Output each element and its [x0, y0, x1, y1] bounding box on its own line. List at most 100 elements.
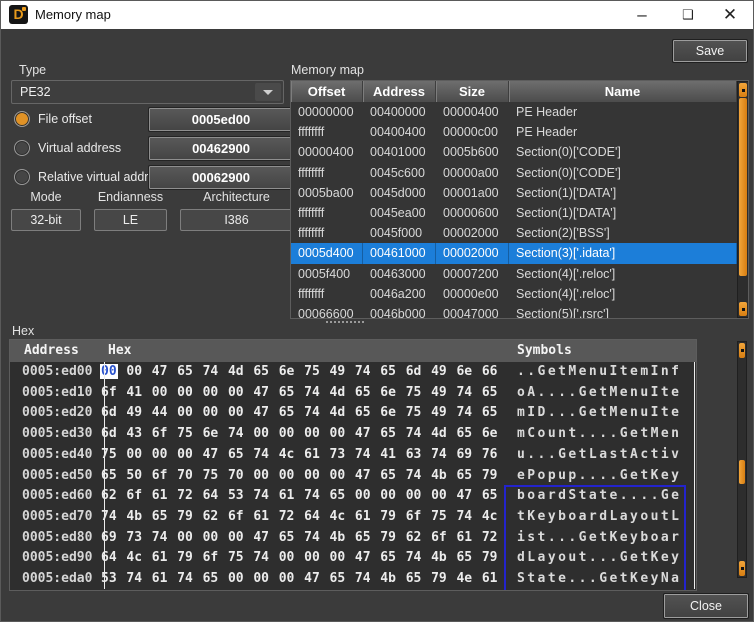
- hex-byte[interactable]: 47: [303, 569, 328, 590]
- column-header-address[interactable]: Address: [363, 81, 436, 102]
- hex-byte[interactable]: 74: [125, 569, 150, 590]
- hex-byte[interactable]: 72: [176, 486, 201, 507]
- hex-byte[interactable]: 4d: [430, 424, 455, 445]
- hex-byte[interactable]: 00: [278, 548, 303, 569]
- hex-byte[interactable]: 41: [379, 445, 404, 466]
- hex-byte[interactable]: 74: [227, 424, 252, 445]
- hex-byte[interactable]: 6f: [202, 548, 227, 569]
- hex-byte[interactable]: 47: [252, 383, 277, 404]
- hex-byte[interactable]: 75: [430, 507, 455, 528]
- hex-byte[interactable]: 47: [354, 548, 379, 569]
- hex-byte[interactable]: 74: [354, 445, 379, 466]
- mode-button[interactable]: 32-bit: [11, 209, 81, 231]
- hex-byte[interactable]: 72: [278, 507, 303, 528]
- hex-byte[interactable]: 65: [455, 466, 480, 487]
- hex-byte[interactable]: 47: [354, 466, 379, 487]
- hex-byte[interactable]: 6f: [151, 424, 176, 445]
- hex-byte[interactable]: 74: [303, 528, 328, 549]
- hex-byte[interactable]: 65: [405, 569, 430, 590]
- table-row[interactable]: 0005ba000045d00000001a00Section(1)['DATA…: [291, 183, 737, 203]
- hex-byte[interactable]: 00: [430, 486, 455, 507]
- hex-row[interactable]: 0005:ed206d49440000004765744d656e7549746…: [10, 403, 696, 424]
- table-row[interactable]: ffffffff0040040000000c00PE Header: [291, 122, 737, 142]
- hex-byte[interactable]: 4d: [329, 403, 354, 424]
- scroll-down-icon[interactable]: [739, 302, 747, 316]
- hex-byte[interactable]: 4d: [227, 362, 252, 383]
- hex-byte[interactable]: 65: [481, 403, 506, 424]
- hex-byte[interactable]: 63: [405, 445, 430, 466]
- hex-byte[interactable]: 74: [252, 486, 277, 507]
- hex-byte[interactable]: 4b: [329, 528, 354, 549]
- address-value-button[interactable]: 00462900: [149, 137, 293, 160]
- hex-byte[interactable]: 61: [151, 548, 176, 569]
- column-header-size[interactable]: Size: [436, 81, 509, 102]
- hex-byte[interactable]: 49: [430, 403, 455, 424]
- memory-map-scrollbar[interactable]: [737, 81, 749, 318]
- hex-byte[interactable]: 61: [354, 507, 379, 528]
- column-header-name[interactable]: Name: [509, 81, 737, 102]
- hex-byte[interactable]: 74: [303, 486, 328, 507]
- hex-byte[interactable]: 79: [379, 528, 404, 549]
- hex-byte[interactable]: 65: [278, 403, 303, 424]
- hex-byte[interactable]: 4b: [125, 507, 150, 528]
- hex-byte[interactable]: 00: [329, 466, 354, 487]
- hex-byte[interactable]: 4c: [481, 507, 506, 528]
- splitter-handle[interactable]: [326, 321, 364, 323]
- hex-byte[interactable]: 79: [379, 507, 404, 528]
- close-button[interactable]: Close: [664, 594, 748, 618]
- hex-byte[interactable]: 00: [329, 548, 354, 569]
- hex-byte[interactable]: 47: [252, 403, 277, 424]
- hex-byte[interactable]: 65: [151, 507, 176, 528]
- hex-byte[interactable]: 69: [455, 445, 480, 466]
- hex-byte[interactable]: 61: [252, 507, 277, 528]
- hex-byte[interactable]: 76: [481, 445, 506, 466]
- hex-byte[interactable]: 4c: [278, 445, 303, 466]
- hex-byte[interactable]: 75: [202, 466, 227, 487]
- hex-byte[interactable]: 65: [481, 383, 506, 404]
- hex-byte[interactable]: 49: [430, 383, 455, 404]
- hex-byte[interactable]: 00: [151, 383, 176, 404]
- hex-byte[interactable]: 74: [405, 424, 430, 445]
- hex-byte[interactable]: 6e: [379, 403, 404, 424]
- hex-byte[interactable]: 74: [405, 548, 430, 569]
- hex-byte[interactable]: 65: [379, 466, 404, 487]
- hex-byte[interactable]: 49: [430, 362, 455, 383]
- address-value-button[interactable]: 0005ed00: [149, 108, 293, 131]
- hex-byte[interactable]: 79: [481, 548, 506, 569]
- scroll-up-icon[interactable]: [739, 83, 747, 97]
- hex-byte[interactable]: 47: [151, 362, 176, 383]
- table-row[interactable]: 0005f4000046300000007200Section(4)['.rel…: [291, 264, 737, 284]
- hex-byte[interactable]: 00: [176, 528, 201, 549]
- hex-byte[interactable]: 47: [202, 445, 227, 466]
- hex-row[interactable]: 0005:ed306d436f756e74000000004765744d656…: [10, 424, 696, 445]
- hex-byte[interactable]: 00: [278, 569, 303, 590]
- hex-byte[interactable]: 4d: [329, 383, 354, 404]
- hex-byte[interactable]: 44: [151, 403, 176, 424]
- table-row[interactable]: 00000400004010000005b600Section(0)['CODE…: [291, 142, 737, 162]
- hex-byte[interactable]: 6d: [405, 362, 430, 383]
- hex-byte[interactable]: 65: [354, 403, 379, 424]
- hex-byte[interactable]: 73: [329, 445, 354, 466]
- hex-byte[interactable]: 00: [303, 424, 328, 445]
- hex-byte[interactable]: 00: [125, 445, 150, 466]
- hex-byte[interactable]: 74: [202, 362, 227, 383]
- hex-byte[interactable]: 79: [481, 466, 506, 487]
- hex-byte[interactable]: 74: [455, 507, 480, 528]
- hex-byte[interactable]: 65: [481, 486, 506, 507]
- hex-byte[interactable]: 6f: [227, 507, 252, 528]
- hex-byte[interactable]: 4b: [379, 569, 404, 590]
- hex-byte[interactable]: 00: [125, 362, 150, 383]
- hex-byte[interactable]: 74: [303, 403, 328, 424]
- hex-byte[interactable]: 00: [354, 486, 379, 507]
- hex-byte[interactable]: 00: [176, 403, 201, 424]
- hex-byte[interactable]: 00: [252, 569, 277, 590]
- hex-byte[interactable]: 6f: [151, 466, 176, 487]
- hex-byte[interactable]: 65: [379, 424, 404, 445]
- hex-byte[interactable]: 00: [227, 383, 252, 404]
- hex-byte[interactable]: 74: [252, 445, 277, 466]
- hex-row[interactable]: 0005:ed106f41000000004765744d656e7549746…: [10, 383, 696, 404]
- hex-byte[interactable]: 74: [405, 466, 430, 487]
- hex-byte[interactable]: 79: [430, 569, 455, 590]
- hex-byte[interactable]: 00: [278, 424, 303, 445]
- close-icon[interactable]: ✕: [711, 1, 749, 29]
